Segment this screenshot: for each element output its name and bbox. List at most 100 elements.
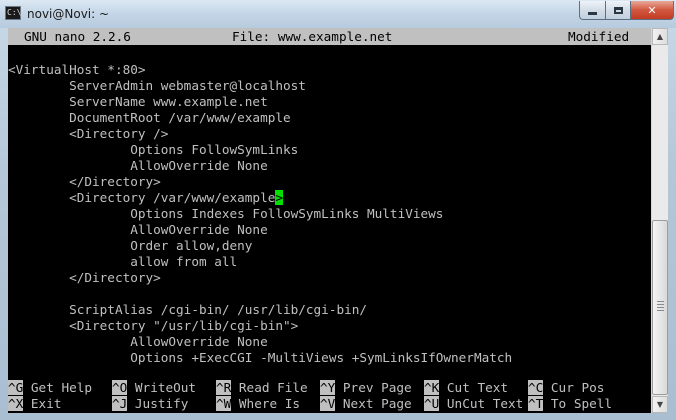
vertical-scrollbar[interactable]: ▲ ▼ xyxy=(651,28,668,413)
shortcut-key: ^T xyxy=(528,396,544,411)
shortcut-row-2: ^X Exit ^J Justify ^W Where Is ^V Next P… xyxy=(8,396,651,412)
shortcut-label: WriteOut xyxy=(127,380,212,395)
editor-line-text: <Directory "/usr/lib/cgi-bin"> xyxy=(8,318,299,333)
shortcut-item[interactable]: ^K Cut Text xyxy=(424,380,523,396)
shortcut-row-1: ^G Get Help ^O WriteOut ^R Read File ^Y … xyxy=(8,380,651,396)
shortcut-key: ^X xyxy=(8,396,24,411)
editor-line: Options Indexes FollowSymLinks MultiView… xyxy=(8,206,651,222)
grip-line xyxy=(657,310,664,311)
maximize-icon xyxy=(613,6,623,14)
editor-line: ServerAdmin webmaster@localhost xyxy=(8,78,651,94)
shortcut-item[interactable]: ^Y Prev Page xyxy=(320,380,419,396)
shortcut-item[interactable]: ^W Where Is xyxy=(216,396,315,412)
shortcut-label: Cur Pos xyxy=(543,380,605,395)
nano-file-name: File: www.example.net xyxy=(232,29,393,44)
shortcut-label: Exit xyxy=(23,396,108,411)
shortcut-item[interactable]: ^J Justify xyxy=(112,396,211,412)
minimize-button[interactable] xyxy=(579,1,606,20)
editor-line: Options +ExecCGI -MultiViews +SymLinksIf… xyxy=(8,350,651,366)
editor-line: AllowOverride None xyxy=(8,158,651,174)
shortcut-key: ^C xyxy=(528,380,544,395)
minimize-icon xyxy=(588,12,597,15)
shortcut-label: Read File xyxy=(231,380,316,395)
editor-line-text: Order allow,deny xyxy=(8,238,253,253)
terminal-window: C:\ novi@Novi: ~ ✕ GNU nano 2.2.6 File: … xyxy=(0,0,676,420)
shortcut-label: Cut Text xyxy=(439,380,524,395)
shortcut-key: ^Y xyxy=(320,380,336,395)
shortcut-label: To Spell xyxy=(543,396,613,411)
shortcut-label: Where Is xyxy=(231,396,316,411)
nano-version: GNU nano 2.2.6 xyxy=(24,29,131,44)
shortcut-key: ^U xyxy=(424,396,440,411)
shortcut-key: ^G xyxy=(8,380,24,395)
terminal-icon[interactable]: C:\ xyxy=(5,6,21,20)
editor-line: </Directory> xyxy=(8,270,651,286)
window-title: novi@Novi: ~ xyxy=(27,7,110,21)
shortcut-key: ^J xyxy=(112,396,128,411)
shortcut-item[interactable]: ^R Read File xyxy=(216,380,315,396)
editor-line-text: </Directory> xyxy=(8,270,161,285)
grip-line xyxy=(657,301,664,302)
shortcut-key: ^R xyxy=(216,380,232,395)
editor-line: Options FollowSymLinks xyxy=(8,142,651,158)
editor-line-text: ServerName www.example.net xyxy=(8,94,268,109)
editor-line-text: Options Indexes FollowSymLinks MultiView… xyxy=(8,206,444,221)
shortcut-label: Next Page xyxy=(335,396,420,411)
shortcut-item[interactable]: ^V Next Page xyxy=(320,396,419,412)
editor-buffer[interactable]: <VirtualHost *:80> ServerAdmin webmaster… xyxy=(8,62,651,366)
shortcut-label: UnCut Text xyxy=(439,396,524,411)
editor-line: AllowOverride None xyxy=(8,222,651,238)
shortcut-key: ^K xyxy=(424,380,440,395)
shortcut-item[interactable]: ^G Get Help xyxy=(8,380,107,396)
editor-line: <Directory /var/www/example> xyxy=(8,190,651,206)
scrollbar-thumb[interactable] xyxy=(652,220,668,395)
shortcut-item[interactable]: ^X Exit xyxy=(8,396,107,412)
editor-line: AllowOverride None xyxy=(8,334,651,350)
editor-line-text: AllowOverride None xyxy=(8,222,268,237)
arrow-down-icon: ▼ xyxy=(656,400,664,409)
shortcut-key: ^W xyxy=(216,396,232,411)
shortcut-bar: ^G Get Help ^O WriteOut ^R Read File ^Y … xyxy=(8,380,651,412)
scroll-up-button[interactable]: ▲ xyxy=(652,28,668,45)
terminal-screen[interactable]: GNU nano 2.2.6 File: www.example.net Mod… xyxy=(8,28,651,413)
nano-modified-status: Modified xyxy=(568,29,630,44)
editor-line-text: DocumentRoot /var/www/example xyxy=(8,110,291,125)
editor-line: <VirtualHost *:80> xyxy=(8,62,651,78)
shortcut-key: ^V xyxy=(320,396,336,411)
editor-line-text: ServerAdmin webmaster@localhost xyxy=(8,78,306,93)
editor-line-text: Options FollowSymLinks xyxy=(8,142,299,157)
editor-line: Order allow,deny xyxy=(8,238,651,254)
grip-line xyxy=(657,307,664,308)
scroll-down-button[interactable]: ▼ xyxy=(652,396,668,413)
editor-line-text: <Directory /> xyxy=(8,126,169,141)
editor-line-text: allow from all xyxy=(8,254,238,269)
editor-line-text: Options +ExecCGI -MultiViews +SymLinksIf… xyxy=(8,350,513,365)
shortcut-label: Prev Page xyxy=(335,380,420,395)
nano-title-bar: GNU nano 2.2.6 File: www.example.net Mod… xyxy=(8,28,651,45)
title-bar[interactable]: C:\ novi@Novi: ~ ✕ xyxy=(0,0,676,28)
shortcut-item[interactable]: ^U UnCut Text xyxy=(424,396,523,412)
editor-line: ServerName www.example.net xyxy=(8,94,651,110)
editor-line: DocumentRoot /var/www/example xyxy=(8,110,651,126)
editor-line-text: </Directory> xyxy=(8,174,161,189)
editor-line-text: AllowOverride None xyxy=(8,334,268,349)
arrow-up-icon: ▲ xyxy=(656,32,664,41)
shortcut-label: Get Help xyxy=(23,380,108,395)
close-button[interactable]: ✕ xyxy=(630,1,674,20)
editor-line: <Directory "/usr/lib/cgi-bin"> xyxy=(8,318,651,334)
close-icon: ✕ xyxy=(647,3,657,17)
editor-line: <Directory /> xyxy=(8,126,651,142)
shortcut-key: ^O xyxy=(112,380,128,395)
editor-line-text: <VirtualHost *:80> xyxy=(8,62,146,77)
shortcut-item[interactable]: ^C Cur Pos xyxy=(528,380,604,396)
grip-line xyxy=(657,304,664,305)
shortcut-item[interactable]: ^T To Spell xyxy=(528,396,612,412)
editor-line-text: ScriptAlias /cgi-bin/ /usr/lib/cgi-bin/ xyxy=(8,302,368,317)
maximize-button[interactable] xyxy=(605,1,631,20)
editor-line-text: AllowOverride None xyxy=(8,158,268,173)
shortcut-item[interactable]: ^O WriteOut xyxy=(112,380,211,396)
shortcut-label: Justify xyxy=(127,396,212,411)
editor-line: </Directory> xyxy=(8,174,651,190)
editor-line: allow from all xyxy=(8,254,651,270)
